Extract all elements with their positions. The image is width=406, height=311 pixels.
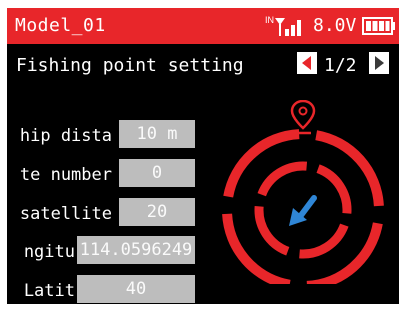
latitude-label: Latit xyxy=(23,281,75,301)
satellite-label: satellite xyxy=(19,204,112,224)
longitude-field[interactable]: 114.0596249 xyxy=(77,236,195,264)
voltage-readout: 8.0V xyxy=(313,15,357,36)
device-screen: Model_01 IN 8.0V Fishing point setting 1… xyxy=(7,8,399,304)
signal-label: IN xyxy=(265,15,274,25)
site-number-field[interactable]: 0 xyxy=(119,159,195,187)
site-number-label: te number xyxy=(19,165,112,185)
next-page-icon xyxy=(375,56,384,70)
target-radar xyxy=(211,99,395,291)
page-indicator: 1/2 xyxy=(324,55,357,76)
battery-icon xyxy=(362,17,396,35)
satellite-field[interactable]: 20 xyxy=(119,198,195,226)
page-title: Fishing point setting xyxy=(16,55,244,76)
prev-page-icon xyxy=(302,56,311,70)
location-pin-icon xyxy=(290,99,316,135)
next-page-button[interactable] xyxy=(369,52,389,74)
longitude-label: ngitu xyxy=(23,242,75,262)
ship-distance-field[interactable]: 10 m xyxy=(119,120,195,148)
direction-arrow-icon xyxy=(289,195,317,226)
title-bar: Model_01 IN 8.0V xyxy=(7,8,399,44)
ship-distance-label: hip dista xyxy=(19,126,112,146)
model-name: Model_01 xyxy=(15,15,106,36)
signal-icon: IN xyxy=(265,14,305,38)
prev-page-button[interactable] xyxy=(297,52,317,74)
latitude-field[interactable]: 40 xyxy=(77,275,195,303)
